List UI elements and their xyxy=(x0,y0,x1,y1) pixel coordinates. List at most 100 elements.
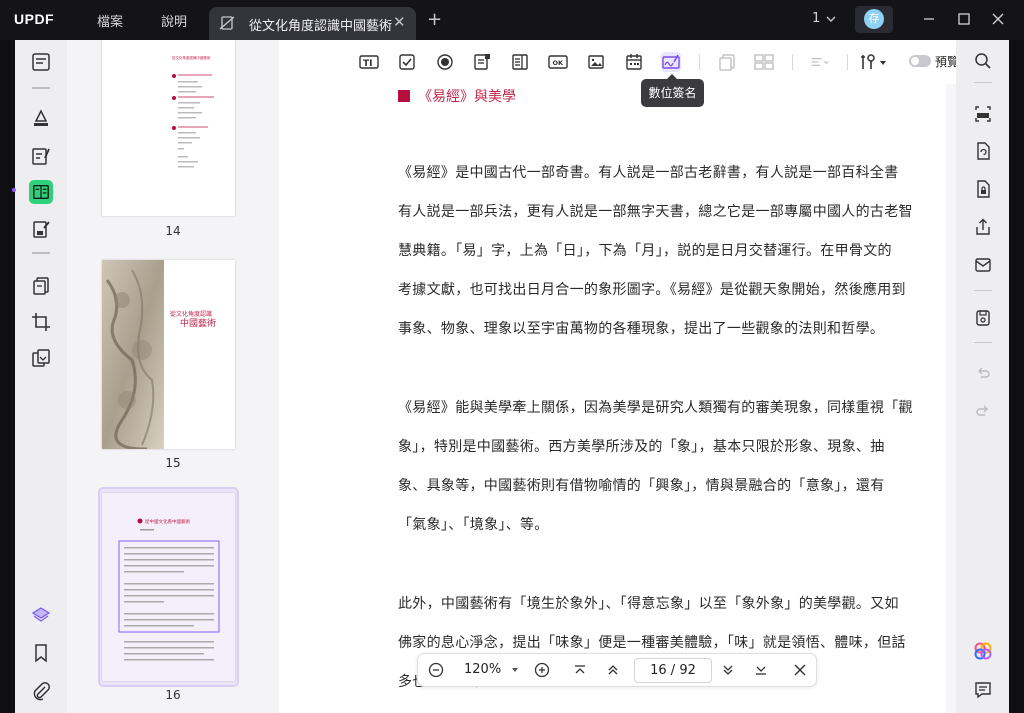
zoom-dropdown[interactable] xyxy=(507,662,523,678)
search-icon xyxy=(975,53,991,69)
thumbnail-page-14[interactable]: 從文化角度認識中國藝術 xyxy=(102,40,235,216)
checkbox-tool[interactable] xyxy=(397,52,417,72)
thumbnail-page-15[interactable]: 從文化角度認識 中國藝術 xyxy=(102,260,235,449)
tab-close-icon[interactable]: ✕ xyxy=(393,13,406,31)
svg-text:從文化角度認識中國藝術: 從文化角度認識中國藝術 xyxy=(172,55,211,60)
file-convert-icon xyxy=(977,142,990,160)
close-window-icon[interactable] xyxy=(991,12,1005,26)
date-field-tool[interactable] xyxy=(624,52,644,72)
zoom-in-button[interactable] xyxy=(534,662,550,678)
convert-file-button[interactable] xyxy=(973,141,993,161)
attachment-button[interactable] xyxy=(29,679,53,703)
radio-button-tool[interactable] xyxy=(435,52,455,72)
paperclip-icon xyxy=(33,682,50,701)
section-heading: 《易經》與美學 xyxy=(398,86,516,106)
undo-icon xyxy=(978,367,990,378)
text-field-icon: TI xyxy=(359,55,379,69)
ai-assistant-button[interactable] xyxy=(973,641,993,661)
duplicate-tool[interactable] xyxy=(717,52,737,72)
layers-icon xyxy=(31,607,51,622)
button-tool[interactable]: OK xyxy=(548,52,568,72)
window-count[interactable]: 1 xyxy=(812,11,820,26)
crop-icon xyxy=(32,313,50,331)
chevron-down-icon[interactable] xyxy=(826,15,836,23)
text-field-tool[interactable]: TI xyxy=(359,52,379,72)
reader-mode-button[interactable] xyxy=(29,50,53,74)
zoom-out-button[interactable] xyxy=(428,662,444,678)
first-page-button[interactable] xyxy=(572,662,588,678)
double-chevron-down-icon xyxy=(723,665,733,675)
duplicate-icon xyxy=(719,54,735,71)
search-button[interactable] xyxy=(973,51,993,71)
zoom-out-icon xyxy=(428,662,444,678)
document-tab[interactable]: 從文化角度認識中國藝術 ✕ xyxy=(209,7,416,40)
bookmark-button[interactable] xyxy=(29,641,53,665)
combo-box-icon xyxy=(474,54,490,70)
bookmark-icon xyxy=(35,644,47,663)
edit-pdf-button[interactable] xyxy=(29,144,53,168)
minimize-icon[interactable] xyxy=(922,12,936,26)
toolbar-divider xyxy=(847,54,848,70)
active-indicator xyxy=(12,188,16,192)
comment-list-button[interactable] xyxy=(973,680,993,700)
digital-signature-tool[interactable] xyxy=(661,52,681,72)
ok-button-icon: OK xyxy=(548,55,568,69)
page-14-preview: 從文化角度認識中國藝術 xyxy=(172,55,214,168)
paragraph-line: 「氣象」、「境象」、等。 xyxy=(398,517,549,533)
signature-field-icon xyxy=(662,54,680,69)
page-number-input[interactable]: 16 / 92 xyxy=(634,658,712,683)
align-left-icon xyxy=(811,58,829,66)
next-page-button[interactable] xyxy=(720,662,736,678)
more-tools-button[interactable] xyxy=(859,52,889,72)
combo-box-tool[interactable] xyxy=(472,52,492,72)
form-button[interactable] xyxy=(29,180,53,204)
preview-toggle[interactable] xyxy=(909,55,931,67)
file-lock-icon xyxy=(977,180,990,198)
image-field-tool[interactable] xyxy=(586,52,606,72)
share-button[interactable] xyxy=(973,217,993,237)
grid-icon xyxy=(754,54,774,70)
pages-icon xyxy=(33,277,49,295)
heading-bullet xyxy=(398,90,410,102)
pdf-page: 《易經》與美學 《易經》是中國古代一部奇書。有人説是一部古老辭書，有人説是一部百… xyxy=(279,84,946,713)
zoom-level[interactable]: 120% xyxy=(464,662,501,677)
last-page-button[interactable] xyxy=(753,662,769,678)
save-button[interactable] xyxy=(973,308,993,328)
list-box-icon xyxy=(512,54,528,70)
maximize-icon[interactable] xyxy=(957,12,971,26)
comment-button[interactable] xyxy=(29,106,53,130)
paragraph-line: 事象、物象、理象以至宇宙萬物的各種現象，提出了一些觀象的法則和哲學。 xyxy=(398,321,885,337)
list-box-tool[interactable] xyxy=(510,52,530,72)
close-icon xyxy=(794,664,806,676)
new-tab-icon[interactable]: + xyxy=(427,9,442,30)
checkbox-icon xyxy=(399,54,415,70)
organize-pages-button[interactable] xyxy=(29,274,53,298)
thumbnail-page-16[interactable]: 從中國文化看中國藝術 xyxy=(102,493,235,681)
toolbar-divider xyxy=(792,54,793,70)
avatar: 存 xyxy=(864,9,884,29)
left-tool-rail xyxy=(15,40,67,713)
zoom-toolbar: 120% 16 / 92 xyxy=(417,653,817,687)
previous-page-button[interactable] xyxy=(605,662,621,678)
redo-button[interactable] xyxy=(973,401,993,421)
ocr-button[interactable] xyxy=(973,104,993,124)
crop-button[interactable] xyxy=(29,310,53,334)
grid-tool[interactable] xyxy=(754,52,774,72)
double-chevron-up-icon xyxy=(608,665,618,675)
email-button[interactable] xyxy=(973,255,993,275)
layers-button[interactable] xyxy=(29,603,53,627)
document-viewport[interactable]: 《易經》與美學 《易經》是中國古代一部奇書。有人説是一部古老辭書，有人説是一部百… xyxy=(279,84,956,713)
thumbnail-pane[interactable]: 從文化角度認識中國藝術 14 從文化角度認識 中國藝術 15 從中國文化看中國藝… xyxy=(67,40,279,713)
account-button[interactable]: 存 xyxy=(855,6,893,33)
tools-icon xyxy=(861,54,886,69)
total-pages: 92 xyxy=(679,663,696,678)
fill-sign-button[interactable] xyxy=(29,217,53,241)
menu-help[interactable]: 說明 xyxy=(161,11,187,30)
protect-button[interactable] xyxy=(973,179,993,199)
close-zoom-bar-button[interactable] xyxy=(792,662,808,678)
align-tool[interactable] xyxy=(810,52,830,72)
heading-text: 《易經》與美學 xyxy=(418,89,516,105)
menu-file[interactable]: 檔案 xyxy=(97,11,123,30)
convert-button[interactable] xyxy=(29,346,53,370)
undo-button[interactable] xyxy=(973,363,993,383)
